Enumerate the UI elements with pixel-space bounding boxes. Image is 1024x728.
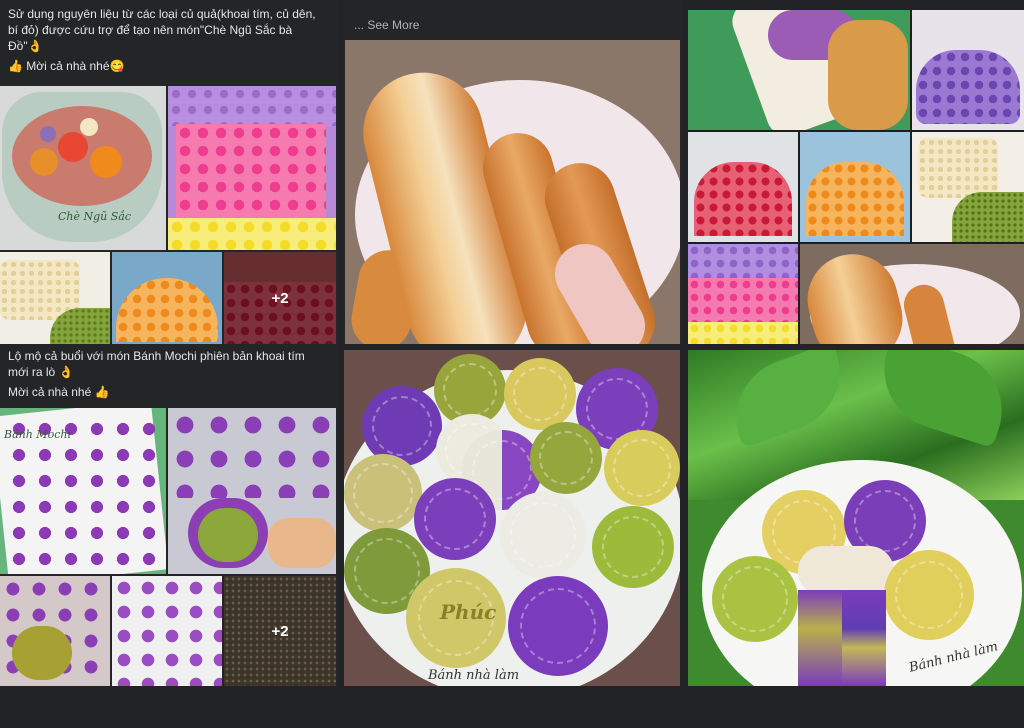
photo-baguettes[interactable] xyxy=(345,40,680,344)
photo-caption: Bánh Mochi xyxy=(4,428,71,441)
photo-caption: Bánh nhà làm xyxy=(428,668,520,683)
photo-mochi-tray[interactable]: Bánh Mochi xyxy=(0,408,166,574)
post-card-mooncakes[interactable]: Phúc Bánh nhà làm xyxy=(344,350,680,686)
see-more-link[interactable]: ... See More xyxy=(354,18,419,32)
photo-che-bowl[interactable]: Chè Ngũ Sắc xyxy=(0,86,166,250)
more-photos-count[interactable]: +2 xyxy=(224,252,336,344)
post-card-che-ngu-sac[interactable]: Sử dụng nguyên liệu từ các loại củ quả(k… xyxy=(0,0,338,344)
photo-mochi-cut[interactable] xyxy=(168,408,336,574)
post-text: Lộ mộ cả buổi với món Bánh Mochi phiên b… xyxy=(0,344,338,402)
post-text-line: Đồ"👌 xyxy=(8,39,43,53)
post-card-banh-mi[interactable]: ... See More xyxy=(344,0,682,344)
post-text-line: Sử dụng nguyên liệu từ các loại củ quả(k… xyxy=(8,7,316,21)
photo-caption: Chè Ngũ Sắc xyxy=(58,210,132,223)
photo-baguette-small[interactable] xyxy=(800,244,1024,344)
photo-mochi-pile[interactable] xyxy=(112,576,222,686)
post-card-collage[interactable] xyxy=(688,10,1024,344)
photo-seeds-more[interactable]: +2 xyxy=(224,576,336,686)
post-text-line: bí đỏ) được cứu trợ để tạo nên món"Chè N… xyxy=(8,23,293,37)
photo-mochi-hand[interactable] xyxy=(0,576,110,686)
photo-bread-with-filling[interactable] xyxy=(688,10,910,130)
photo-colorful-balls[interactable] xyxy=(168,86,336,250)
photo-orange-balls-2[interactable] xyxy=(800,132,910,242)
photo-tri-color-balls[interactable] xyxy=(688,244,798,344)
post-card-banh-mochi[interactable]: Lộ mộ cả buổi với món Bánh Mochi phiên b… xyxy=(0,344,338,686)
more-photos-count[interactable]: +2 xyxy=(224,576,336,686)
post-text-line: 👍 Mời cả nhà nhé😋 xyxy=(8,59,125,73)
cake-stamp-text: Phúc xyxy=(440,600,497,624)
photo-orange-balls[interactable] xyxy=(112,252,222,344)
post-card-mooncakes-plate[interactable]: Bánh nhà làm xyxy=(688,350,1024,686)
photo-mung-beans[interactable] xyxy=(0,252,110,344)
post-text-line: mới ra lò 👌 xyxy=(8,365,74,379)
photo-red-balls[interactable] xyxy=(688,132,798,242)
photo-beans-mix[interactable] xyxy=(912,132,1024,242)
photo-red-beans-more[interactable]: +2 xyxy=(224,252,336,344)
photo-purple-balls[interactable] xyxy=(912,10,1024,130)
post-text: Sử dụng nguyên liệu từ các loại củ quả(k… xyxy=(0,0,338,76)
post-text-line: Lộ mộ cả buổi với món Bánh Mochi phiên b… xyxy=(8,349,305,363)
post-text-line: Mời cả nhà nhé 👍 xyxy=(8,385,110,399)
